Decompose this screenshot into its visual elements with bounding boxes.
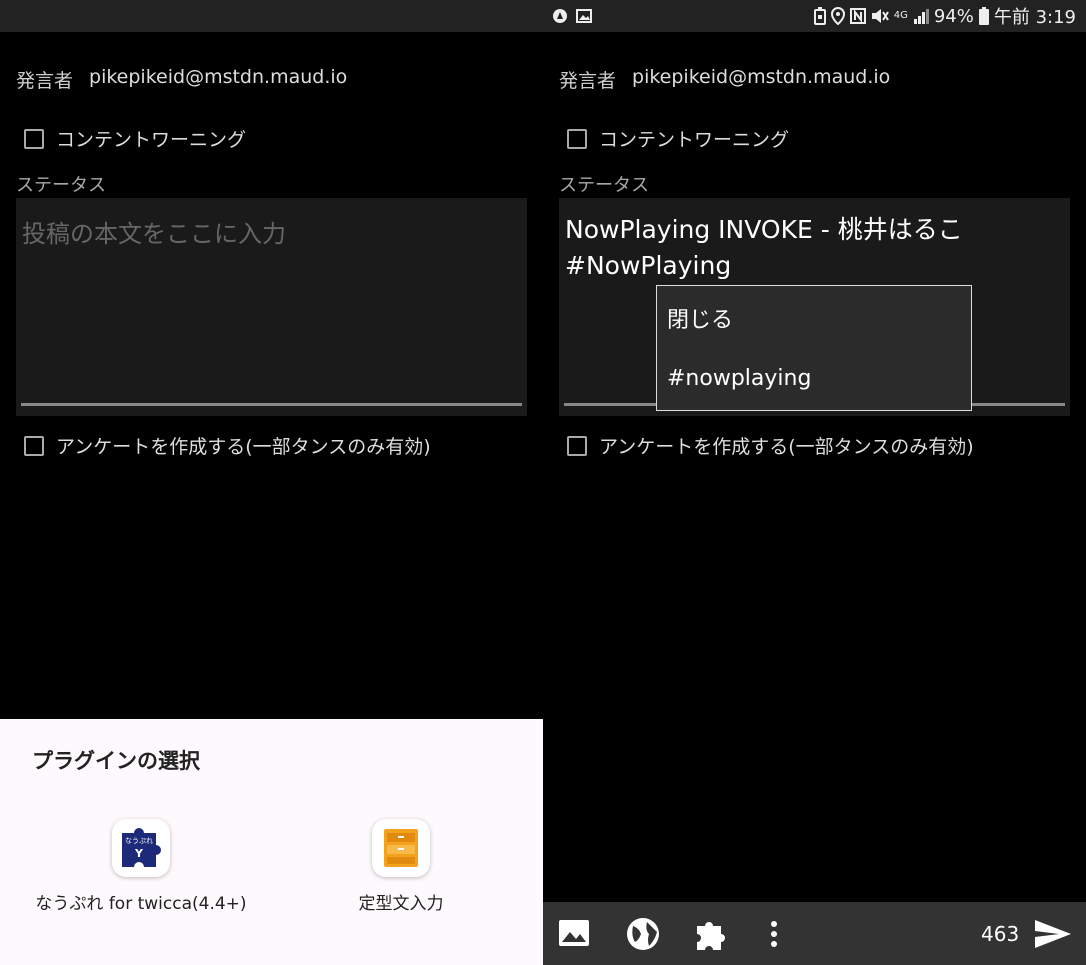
- status-input[interactable]: 投稿の本文をここに入力: [16, 198, 527, 416]
- plugin-template[interactable]: 定型文入力: [330, 819, 472, 914]
- status-placeholder: 投稿の本文をここに入力: [22, 220, 286, 248]
- plugin-label: なうぷれ for twicca(4.4+): [35, 894, 247, 914]
- content-warning-checkbox[interactable]: コンテントワーニング: [24, 125, 246, 152]
- clock-time: 午前 3:19: [993, 7, 1076, 28]
- svg-text:なうぷれ: なうぷれ: [125, 837, 153, 845]
- status-bar: 4G 94% 午前 3:19: [543, 0, 1086, 32]
- popup-hashtag-item[interactable]: #nowplaying: [667, 366, 811, 391]
- checkbox-icon[interactable]: [567, 435, 587, 456]
- poll-label: アンケートを作成する(一部タンスのみ有効): [56, 436, 431, 458]
- checkbox-icon[interactable]: [24, 128, 44, 149]
- nfc-icon: [849, 8, 866, 24]
- content-warning-label: コンテントワーニング: [599, 129, 790, 151]
- status-text-line2: #NowPlaying: [565, 251, 732, 280]
- speaker-row: 発言者 pikepikeid@mstdn.maud.io: [559, 66, 890, 93]
- speaker-row: 発言者 pikepikeid@mstdn.maud.io: [16, 66, 347, 93]
- speaker-account[interactable]: pikepikeid@mstdn.maud.io: [632, 66, 890, 93]
- status-label: ステータス: [559, 175, 649, 196]
- drawer-icon[interactable]: [372, 819, 430, 877]
- signal-icon: [913, 8, 929, 24]
- globe-icon[interactable]: [625, 916, 661, 956]
- checkbox-icon[interactable]: [567, 128, 587, 149]
- network-type: 4G: [893, 10, 908, 21]
- hashtag-suggestion-popup: 閉じる #nowplaying: [656, 285, 972, 411]
- send-icon[interactable]: [1033, 916, 1073, 956]
- poll-label: アンケートを作成する(一部タンスのみ有効): [599, 436, 974, 458]
- more-vert-icon[interactable]: [769, 916, 779, 956]
- content-warning-label: コンテントワーニング: [56, 129, 247, 151]
- status-text: NowPlaying INVOKE - 桃井はるこ #NowPlaying: [565, 212, 963, 284]
- checkbox-icon[interactable]: [24, 435, 44, 456]
- status-label: ステータス: [16, 175, 106, 196]
- plugin-nowplaying[interactable]: なうぷれ Y なうぷれ for twicca(4.4+): [30, 819, 252, 914]
- status-text-line1: NowPlaying INVOKE - 桃井はるこ: [565, 215, 963, 244]
- speaker-label: 発言者: [559, 70, 617, 92]
- nowplaying-puzzle-icon[interactable]: なうぷれ Y: [112, 819, 170, 877]
- plugin-label: 定型文入力: [358, 894, 444, 914]
- image-icon[interactable]: [557, 916, 591, 954]
- image-notification-icon: [576, 8, 592, 24]
- poll-checkbox[interactable]: アンケートを作成する(一部タンスのみ有効): [567, 432, 974, 459]
- sheet-title: プラグインの選択: [32, 749, 200, 773]
- input-underline: [21, 403, 522, 406]
- plugin-select-sheet: プラグインの選択 なうぷれ Y なうぷれ for twicca(4.4+) 定型…: [0, 719, 543, 965]
- poll-checkbox[interactable]: アンケートを作成する(一部タンスのみ有効): [24, 432, 431, 459]
- top-bar: [0, 0, 543, 32]
- battery-percent: 94%: [933, 5, 974, 27]
- svg-text:Y: Y: [134, 847, 144, 860]
- app-notification-icon: [552, 8, 568, 24]
- plugin-icon[interactable]: [693, 916, 729, 956]
- bottom-toolbar: 463: [543, 902, 1086, 965]
- char-count: 463: [981, 922, 1020, 946]
- location-icon: [830, 7, 845, 25]
- content-warning-checkbox[interactable]: コンテントワーニング: [567, 125, 789, 152]
- battery-saver-icon: [813, 7, 826, 25]
- mute-icon: [871, 8, 889, 24]
- right-screen: 4G 94% 午前 3:19 発言者 pikepikeid@mstdn.maud…: [543, 0, 1086, 965]
- speaker-account[interactable]: pikepikeid@mstdn.maud.io: [89, 66, 347, 93]
- battery-icon: [978, 7, 989, 25]
- left-screen: 発言者 pikepikeid@mstdn.maud.io コンテントワーニング …: [0, 0, 543, 965]
- popup-close-item[interactable]: 閉じる: [667, 302, 733, 334]
- speaker-label: 発言者: [16, 70, 74, 92]
